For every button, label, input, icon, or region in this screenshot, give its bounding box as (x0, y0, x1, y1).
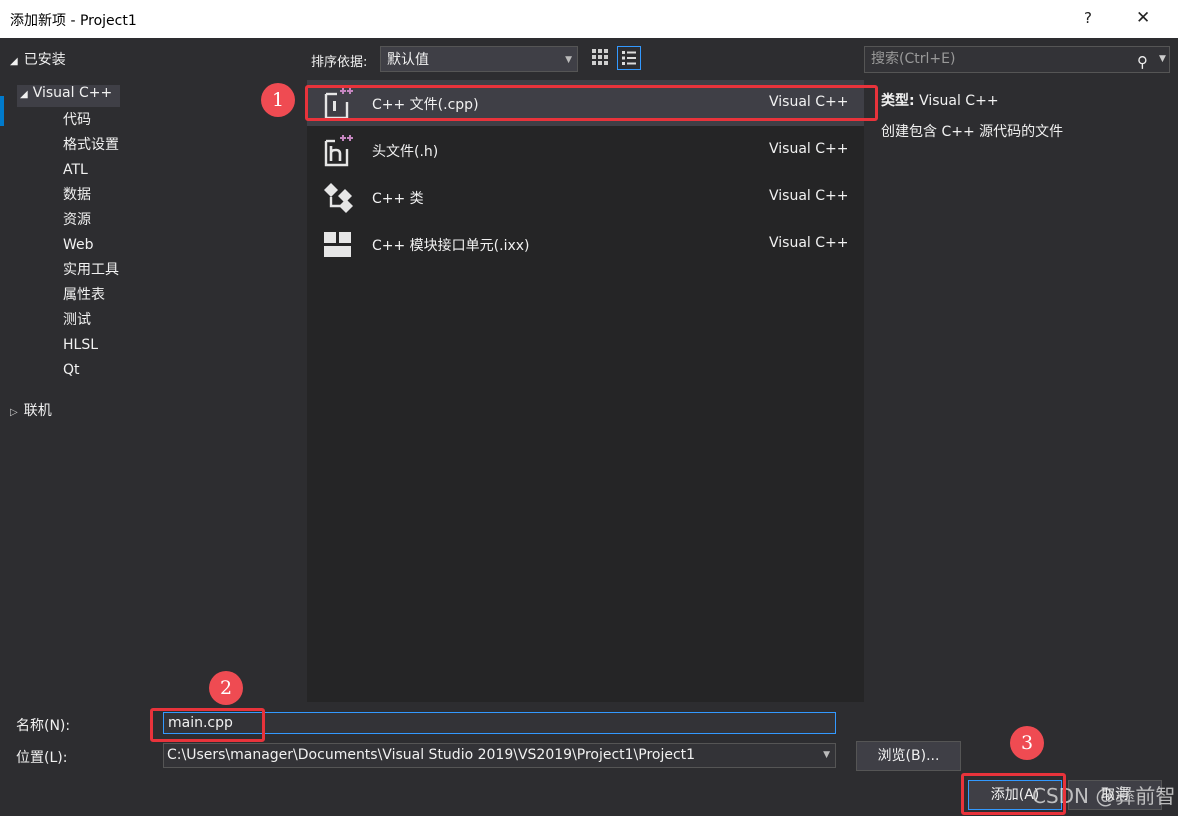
sort-dropdown[interactable]: 默认值 ▼ (380, 46, 578, 72)
search-placeholder: 搜索(Ctrl+E) (871, 51, 956, 67)
tree-item-utility[interactable]: 实用工具 (63, 260, 119, 280)
grid-view-icon[interactable] (591, 48, 609, 66)
list-view-icon (622, 51, 636, 65)
tree-item-code[interactable]: 代码 (63, 110, 91, 130)
sort-label: 排序依据: (311, 55, 368, 70)
type-row: 类型: Visual C++ (881, 90, 1063, 110)
list-view-button[interactable] (617, 46, 641, 70)
name-label: 名称(N): (16, 718, 71, 734)
highlight-box-name (150, 708, 265, 742)
template-row-header-file[interactable]: 头文件(.h) Visual C++ (307, 127, 864, 173)
cpp-class-icon (324, 183, 353, 213)
type-label: 类型: (881, 93, 915, 109)
chevron-down-icon[interactable]: ▼ (1159, 47, 1166, 72)
type-value: Visual C++ (919, 93, 999, 109)
template-name: C++ 类 (372, 191, 424, 207)
step-marker-2: 2 (209, 671, 243, 705)
tree-item-qt[interactable]: Qt (63, 360, 80, 380)
chevron-down-icon[interactable]: ▼ (823, 744, 830, 767)
template-row-cpp-class[interactable]: C++ 类 Visual C++ (307, 174, 864, 220)
tree-item-property-sheets[interactable]: 属性表 (63, 285, 105, 305)
step-marker-1: 1 (261, 83, 295, 117)
tree-item-hlsl[interactable]: HLSL (63, 335, 98, 355)
category-tree: ◢ 已安装 ◢ Visual C++ 代码 格式设置 ATL 数据 资源 Web 实… (0, 38, 305, 702)
help-button[interactable]: ? (1084, 9, 1092, 27)
template-category: Visual C++ (769, 235, 849, 251)
details-panel: 类型: Visual C++ 创建包含 C++ 源代码的文件 (881, 90, 1063, 141)
expanded-triangle-icon[interactable]: ◢ (10, 56, 18, 67)
location-label: 位置(L): (16, 750, 68, 766)
tree-item-online[interactable]: ▷ 联机 (10, 400, 52, 420)
header-file-icon (324, 135, 353, 167)
template-name: C++ 模块接口单元(.ixx) (372, 238, 530, 254)
highlight-box-add (961, 773, 1066, 815)
tree-item-online-label: 联机 (23, 403, 52, 419)
tree-item-installed[interactable]: ◢ 已安装 (10, 49, 66, 69)
sort-value: 默认值 (387, 52, 429, 68)
tree-item-visual-cpp-label: Visual C++ (32, 85, 113, 101)
search-icon[interactable]: ⚲ (1137, 50, 1148, 75)
tree-item-visual-cpp[interactable]: ◢ Visual C++ (17, 85, 120, 107)
tree-focus-indicator (0, 96, 4, 126)
location-value: C:\Users\manager\Documents\Visual Studio… (167, 747, 696, 763)
browse-button[interactable]: 浏览(B)... (856, 741, 961, 771)
tree-item-data[interactable]: 数据 (63, 185, 91, 205)
expanded-triangle-icon[interactable]: ◢ (20, 89, 28, 100)
tree-item-test[interactable]: 测试 (63, 310, 91, 330)
highlight-box-template (305, 85, 878, 121)
location-combobox[interactable]: C:\Users\manager\Documents\Visual Studio… (163, 743, 836, 768)
step-marker-3: 3 (1010, 726, 1044, 760)
tree-item-resource[interactable]: 资源 (63, 210, 91, 230)
chevron-down-icon: ▼ (565, 55, 572, 65)
tree-item-atl[interactable]: ATL (63, 160, 88, 180)
template-name: 头文件(.h) (372, 144, 439, 160)
template-category: Visual C++ (769, 141, 849, 157)
close-button[interactable]: ✕ (1136, 8, 1150, 28)
title-bar: 添加新项 - Project1 ? ✕ (0, 0, 1178, 38)
toolbar: 排序依据: 默认值 ▼ (305, 38, 865, 82)
window-title: 添加新项 - Project1 (10, 13, 137, 29)
template-category: Visual C++ (769, 188, 849, 204)
tree-item-installed-label: 已安装 (23, 52, 66, 68)
tree-item-web[interactable]: Web (63, 235, 94, 255)
template-description: 创建包含 C++ 源代码的文件 (881, 124, 1064, 140)
search-input[interactable]: 搜索(Ctrl+E) ⚲ ▼ (864, 46, 1170, 73)
template-row-module-interface[interactable]: C++ 模块接口单元(.ixx) Visual C++ (307, 221, 864, 267)
collapsed-triangle-icon[interactable]: ▷ (10, 407, 18, 418)
module-interface-icon (324, 232, 351, 257)
tree-item-formatting[interactable]: 格式设置 (63, 135, 119, 155)
template-list: C++ 文件(.cpp) Visual C++ 头文件(.h) Visual C… (307, 80, 864, 702)
